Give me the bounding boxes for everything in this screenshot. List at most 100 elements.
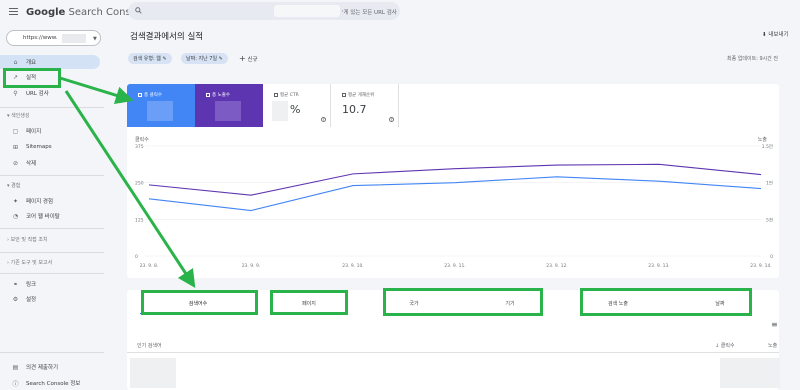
y-tick-label-left: 0: [135, 254, 138, 260]
removal-icon: ⊘: [12, 159, 19, 167]
x-tick-label: 23. 9. 10.: [342, 263, 363, 269]
divider: [0, 228, 104, 229]
divider: [0, 252, 104, 253]
section-indexing[interactable]: ▾ 색인생성: [7, 112, 30, 119]
help-icon[interactable]: ?: [321, 117, 326, 123]
search-placeholder: '게 있는 모든 URL 검사: [342, 10, 397, 16]
sparkle-icon: ✦: [12, 197, 19, 205]
info-icon: ⓘ: [12, 380, 19, 388]
y-tick-label-right: 1만: [766, 180, 773, 187]
download-icon: ⬇: [762, 32, 767, 38]
y-tick-label-left: 125: [135, 217, 144, 223]
sidebar-item-feedback[interactable]: ▤ 의견 제출하기: [0, 360, 100, 374]
search-icon: [135, 7, 142, 14]
sidebar-item-overview[interactable]: ⌂ 개요: [0, 55, 100, 69]
help-icon[interactable]: ?: [389, 117, 394, 123]
x-tick-label: 23. 9. 9.: [242, 263, 261, 269]
sidebar-item-label: 설정: [26, 297, 37, 303]
checkbox-icon: [138, 92, 142, 97]
arrow-down-icon: ↓: [715, 343, 720, 349]
sidebar-item-url-inspection[interactable]: ⚲ URL 검사: [0, 86, 100, 100]
home-icon: ⌂: [13, 58, 18, 66]
page-icon: ▢: [12, 127, 19, 135]
property-selector[interactable]: https://www. ▼: [6, 30, 101, 46]
sidebar-item-sitemaps[interactable]: ⊞ Sitemaps: [0, 140, 100, 154]
metric-label: 총 클릭수: [138, 92, 162, 98]
sidebar-item-label: 링크: [26, 282, 37, 288]
gauge-icon: ◔: [12, 212, 19, 220]
page-title: 검색결과에서의 실적: [130, 32, 204, 42]
edit-icon: ✎: [218, 56, 223, 62]
section-experience[interactable]: ▾ 경험: [7, 182, 20, 189]
annotation-box-country-device: [383, 288, 543, 316]
sidebar-item-pages[interactable]: ▢ 페이지: [0, 124, 100, 138]
metric-value: %: [290, 103, 301, 116]
metric-tile-position[interactable]: 평균 게재순위 10.7 ?: [331, 84, 399, 127]
metric-label: 평균 CTR: [274, 92, 299, 98]
new-filter-button[interactable]: + 신규: [239, 54, 258, 63]
feedback-icon: ▤: [12, 363, 19, 371]
y-tick-label-right: 0: [770, 254, 773, 260]
metric-tile-ctr[interactable]: 평균 CTR % ?: [263, 84, 331, 127]
sidebar-item-links[interactable]: ⚭ 링크: [0, 277, 100, 291]
gear-icon: ⚙: [12, 295, 19, 303]
sidebar-item-settings[interactable]: ⚙ 설정: [0, 292, 100, 306]
redacted-row: [130, 358, 176, 388]
new-filter-label: 신규: [247, 57, 258, 63]
y-tick-label-left: 250: [135, 181, 144, 187]
metric-tile-clicks[interactable]: 총 클릭수: [127, 84, 195, 127]
metric-label: 평균 게재순위: [342, 92, 374, 98]
menu-icon[interactable]: [9, 8, 18, 15]
google-wordmark: Google: [26, 7, 66, 18]
sidebar-item-label: URL 검사: [26, 91, 49, 97]
sidebar-item-core-web-vitals[interactable]: ◔ 코어 웹 바이탈: [0, 209, 100, 223]
sidebar-item-label: 개요: [26, 60, 37, 66]
export-button[interactable]: ⬇ 내보내기: [762, 30, 789, 38]
sidebar-item-about[interactable]: ⓘ Search Console 정보: [0, 376, 100, 390]
edit-icon: ✎: [162, 56, 167, 62]
performance-chart: 클릭수 노출375 1.5만250 1만125 5천0 023. 9. 8. 23. 9. …: [135, 136, 773, 269]
redacted-text: [274, 5, 340, 17]
divider: [0, 352, 104, 353]
section-label: 보안 및 직접 조치: [10, 237, 48, 243]
section-label: 기존 도구 및 보고서: [10, 260, 53, 266]
chevron-down-icon: ▼: [93, 36, 97, 42]
url-search-input[interactable]: '게 있는 모든 URL 검사: [128, 2, 400, 20]
annotation-box-pages: [270, 290, 348, 315]
sidebar-item-label: 삭제: [26, 161, 37, 167]
section-security[interactable]: › 보안 및 직접 조치: [7, 236, 48, 243]
link-icon: ⚭: [12, 280, 19, 288]
y-axis-label-right: 노출: [758, 136, 768, 143]
series-line-impressions: [148, 163, 762, 196]
sidebar-item-page-experience[interactable]: ✦ 페이지 경험: [0, 194, 100, 208]
x-tick-label: 23. 9. 14.: [750, 263, 771, 269]
sidebar-item-label: 코어 웹 바이탈: [26, 214, 60, 220]
redacted-value: [147, 101, 173, 121]
sidebar-item-label: Search Console 정보: [26, 381, 81, 387]
filter-chip-date[interactable]: 날짜: 지난 7일 ✎: [181, 53, 228, 64]
sidebar-item-removals[interactable]: ⊘ 삭제: [0, 156, 100, 170]
filter-chip-search-type[interactable]: 검색 유형: 웹 ✎: [128, 53, 172, 64]
chip-label: 검색 유형: 웹: [133, 56, 161, 62]
export-label: 내보내기: [768, 32, 789, 38]
sidebar-item-label: 의견 제출하기: [26, 365, 59, 371]
metric-label: 총 노출수: [206, 92, 230, 98]
filter-icon[interactable]: ≡: [771, 320, 778, 329]
plus-icon: +: [239, 54, 246, 63]
annotation-box-performance: [3, 68, 61, 88]
property-url: https://www.: [23, 35, 58, 41]
sidebar-item-label: Sitemaps: [26, 144, 52, 150]
column-header-clicks[interactable]: ↓ 클릭수: [715, 342, 735, 349]
column-header-impressions[interactable]: 노출: [768, 342, 777, 349]
metric-value: 10.7: [342, 103, 367, 116]
section-label: 경험: [11, 183, 21, 189]
divider: [0, 273, 104, 274]
section-legacy[interactable]: › 기존 도구 및 보고서: [7, 259, 52, 266]
divider: [0, 107, 104, 108]
x-tick-label: 23. 9. 8.: [140, 263, 159, 269]
y-tick-label-right: 1.5만: [762, 143, 773, 150]
metric-tile-impressions[interactable]: 총 노출수: [195, 84, 263, 127]
search-icon: ⚲: [13, 89, 18, 97]
redacted-row: [720, 358, 780, 388]
top-bar: Google Search Console '게 있는 모든 URL 검사: [0, 0, 800, 24]
